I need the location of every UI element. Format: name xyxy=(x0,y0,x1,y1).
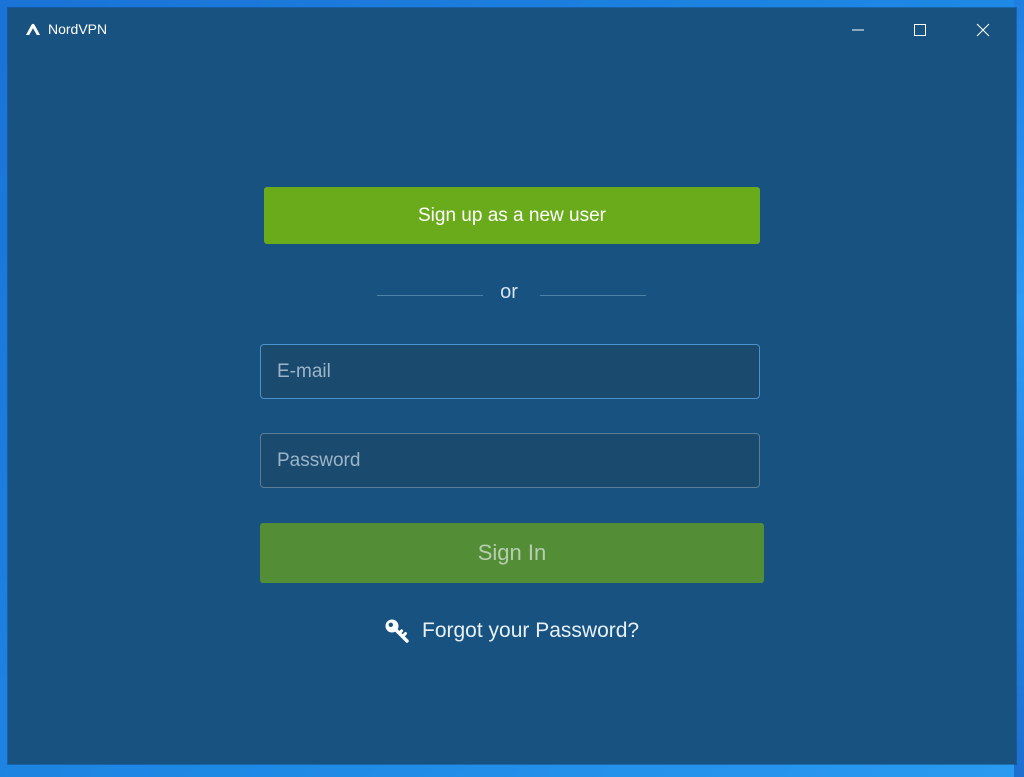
close-button[interactable] xyxy=(960,8,1006,52)
key-icon xyxy=(385,619,409,643)
signin-button[interactable]: Sign In xyxy=(260,523,764,583)
password-field[interactable] xyxy=(260,433,760,488)
minimize-button[interactable] xyxy=(835,8,881,52)
close-icon xyxy=(976,23,990,37)
signup-button-label: Sign up as a new user xyxy=(417,204,606,226)
app-window: NordVPN Sign up as a new user or Sign In xyxy=(8,8,1016,764)
email-field[interactable] xyxy=(260,344,760,399)
app-title: NordVPN xyxy=(48,21,108,37)
signin-button-label: Sign In xyxy=(477,540,547,565)
maximize-icon xyxy=(914,24,926,36)
divider-line-left xyxy=(377,295,483,296)
signup-button[interactable]: Sign up as a new user xyxy=(264,187,760,244)
divider-text: or xyxy=(500,281,518,303)
forgot-password-link[interactable]: Forgot your Password? xyxy=(384,614,639,648)
minimize-icon xyxy=(852,29,864,31)
divider-line-right xyxy=(540,295,646,296)
forgot-password-label: Forgot your Password? xyxy=(422,619,640,642)
nordvpn-logo-icon xyxy=(26,23,40,35)
maximize-button[interactable] xyxy=(897,8,943,52)
title-bar[interactable]: NordVPN xyxy=(8,8,1016,52)
